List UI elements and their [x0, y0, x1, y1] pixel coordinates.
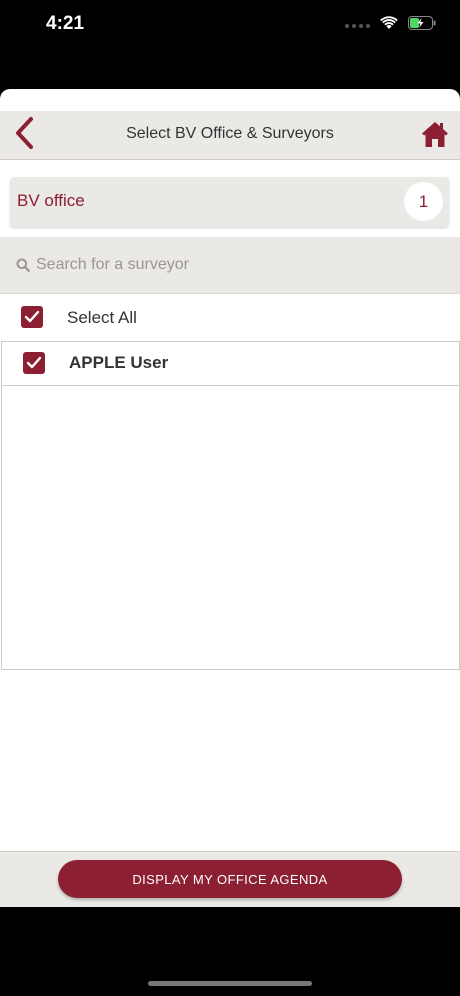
search-icon: [16, 258, 30, 272]
home-icon: [420, 122, 450, 153]
footer-bar: DISPLAY MY OFFICE AGENDA: [0, 851, 460, 907]
nav-bar: Select BV Office & Surveyors: [0, 111, 460, 160]
surveyor-list: APPLE User: [1, 341, 460, 670]
home-button[interactable]: [420, 119, 450, 149]
display-office-agenda-button[interactable]: DISPLAY MY OFFICE AGENDA: [58, 860, 402, 898]
battery-charging-icon: [408, 16, 436, 35]
checkmark-icon: [24, 310, 40, 323]
select-all-row[interactable]: Select All: [0, 294, 460, 342]
search-bar: [0, 237, 460, 294]
back-button[interactable]: [6, 116, 42, 155]
surveyor-checkbox[interactable]: [23, 352, 45, 374]
chevron-left-icon: [13, 116, 35, 155]
office-label: BV office: [17, 191, 85, 210]
checkmark-icon: [26, 356, 42, 369]
select-all-label: Select All: [67, 308, 137, 327]
select-all-checkbox[interactable]: [21, 306, 43, 328]
surveyor-name: APPLE User: [69, 353, 169, 372]
page-title: Select BV Office & Surveyors: [126, 125, 334, 142]
main-sheet: Select BV Office & Surveyors BV office 1: [0, 89, 460, 907]
list-item[interactable]: APPLE User: [2, 342, 459, 386]
cellular-dots-icon: [345, 23, 370, 28]
office-count-badge: 1: [404, 182, 443, 221]
status-icons: [345, 16, 436, 35]
search-input[interactable]: [36, 251, 436, 279]
wifi-icon: [380, 16, 398, 35]
status-time: 4:21: [46, 13, 85, 34]
office-selector[interactable]: BV office 1: [10, 177, 449, 227]
home-indicator: [148, 981, 312, 986]
status-bar: 4:21: [0, 0, 460, 50]
